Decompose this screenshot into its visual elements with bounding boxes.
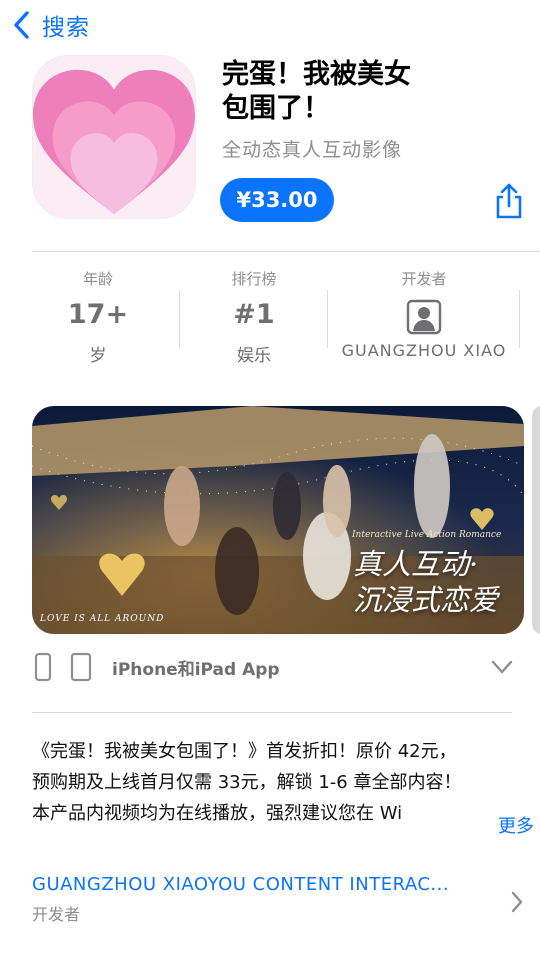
chart-sub: 娱乐 xyxy=(237,346,271,366)
developer-label: 开发者 xyxy=(401,270,447,288)
chart-value: #1 xyxy=(233,299,275,330)
iphone-icon xyxy=(34,652,52,682)
chart-label: 排行榜 xyxy=(231,270,277,288)
back-label: 搜索 xyxy=(42,15,90,41)
person-icon xyxy=(406,299,442,335)
divider xyxy=(327,290,328,348)
chevron-right-icon xyxy=(511,891,523,913)
more-button[interactable]: 更多 xyxy=(472,812,534,838)
developer-avatar-wrap xyxy=(336,299,512,335)
description-line: 本产品内视频均为在线播放，强烈建议您在 Wi xyxy=(32,803,403,824)
age-sub: 岁 xyxy=(89,346,107,366)
screenshot-overlay-text: 真人互动· 沉浸式恋爱 xyxy=(353,546,498,618)
developer-name: GUANGZHOU XIAOYOU CONTENT INTERAC... xyxy=(32,874,450,895)
age-value: 17+ xyxy=(67,299,129,330)
app-title: 完蛋！我被美女 包围了！ xyxy=(222,58,522,126)
developer-sub: GUANGZHOU XIAO xyxy=(341,341,507,360)
app-description: 《完蛋！我被美女包围了！》首发折扣！原价 42元， 预购期及上线首月仅需 33元… xyxy=(32,736,528,829)
divider xyxy=(519,290,520,348)
overlay-line1: 真人互动· xyxy=(352,547,479,581)
developer-info[interactable]: 开发者 GUANGZHOU XIAO xyxy=(336,268,512,368)
description-line: 《完蛋！我被美女包围了！》首发折扣！原价 42元， xyxy=(32,741,457,762)
next-screenshot-peek[interactable] xyxy=(532,406,540,634)
share-icon[interactable] xyxy=(492,182,526,220)
nav-bar: 搜索 xyxy=(0,0,540,50)
age-label: 年龄 xyxy=(82,270,113,288)
age-rating: 年龄 17+ 岁 xyxy=(32,268,164,368)
app-title-line2: 包围了！ xyxy=(222,93,330,124)
divider xyxy=(32,251,540,252)
app-title-line1: 完蛋！我被美女 xyxy=(222,59,411,90)
price-button[interactable]: ¥33.00 xyxy=(220,178,334,222)
heart-logo-icon xyxy=(33,56,195,218)
app-icon xyxy=(32,55,196,219)
app-subtitle: 全动态真人互动影像 xyxy=(222,139,403,161)
device-support[interactable]: iPhone和iPad App xyxy=(32,650,524,684)
divider xyxy=(179,290,180,348)
screenshot-small-caption: Interactive Live Action Romance xyxy=(352,530,502,540)
chart-rank[interactable]: 排行榜 #1 娱乐 xyxy=(188,268,320,368)
overlay-line2: 沉浸式恋爱 xyxy=(352,583,498,617)
screenshot-preview[interactable]: Interactive Live Action Romance 真人互动· 沉浸… xyxy=(32,406,524,634)
divider xyxy=(32,712,512,713)
description-line: 预购期及上线首月仅需 33元，解锁 1-6 章全部内容！ xyxy=(32,772,462,793)
chevron-down-icon[interactable] xyxy=(490,658,514,676)
developer-link[interactable]: GUANGZHOU XIAOYOU CONTENT INTERAC... 开发者 xyxy=(32,874,528,934)
device-label: iPhone和iPad App xyxy=(112,659,280,680)
developer-role: 开发者 xyxy=(32,905,81,924)
chevron-left-icon xyxy=(14,11,29,39)
screenshot-caption: LOVE IS ALL AROUND xyxy=(40,614,165,624)
back-button[interactable]: 搜索 xyxy=(12,8,90,42)
ipad-icon xyxy=(70,652,92,682)
